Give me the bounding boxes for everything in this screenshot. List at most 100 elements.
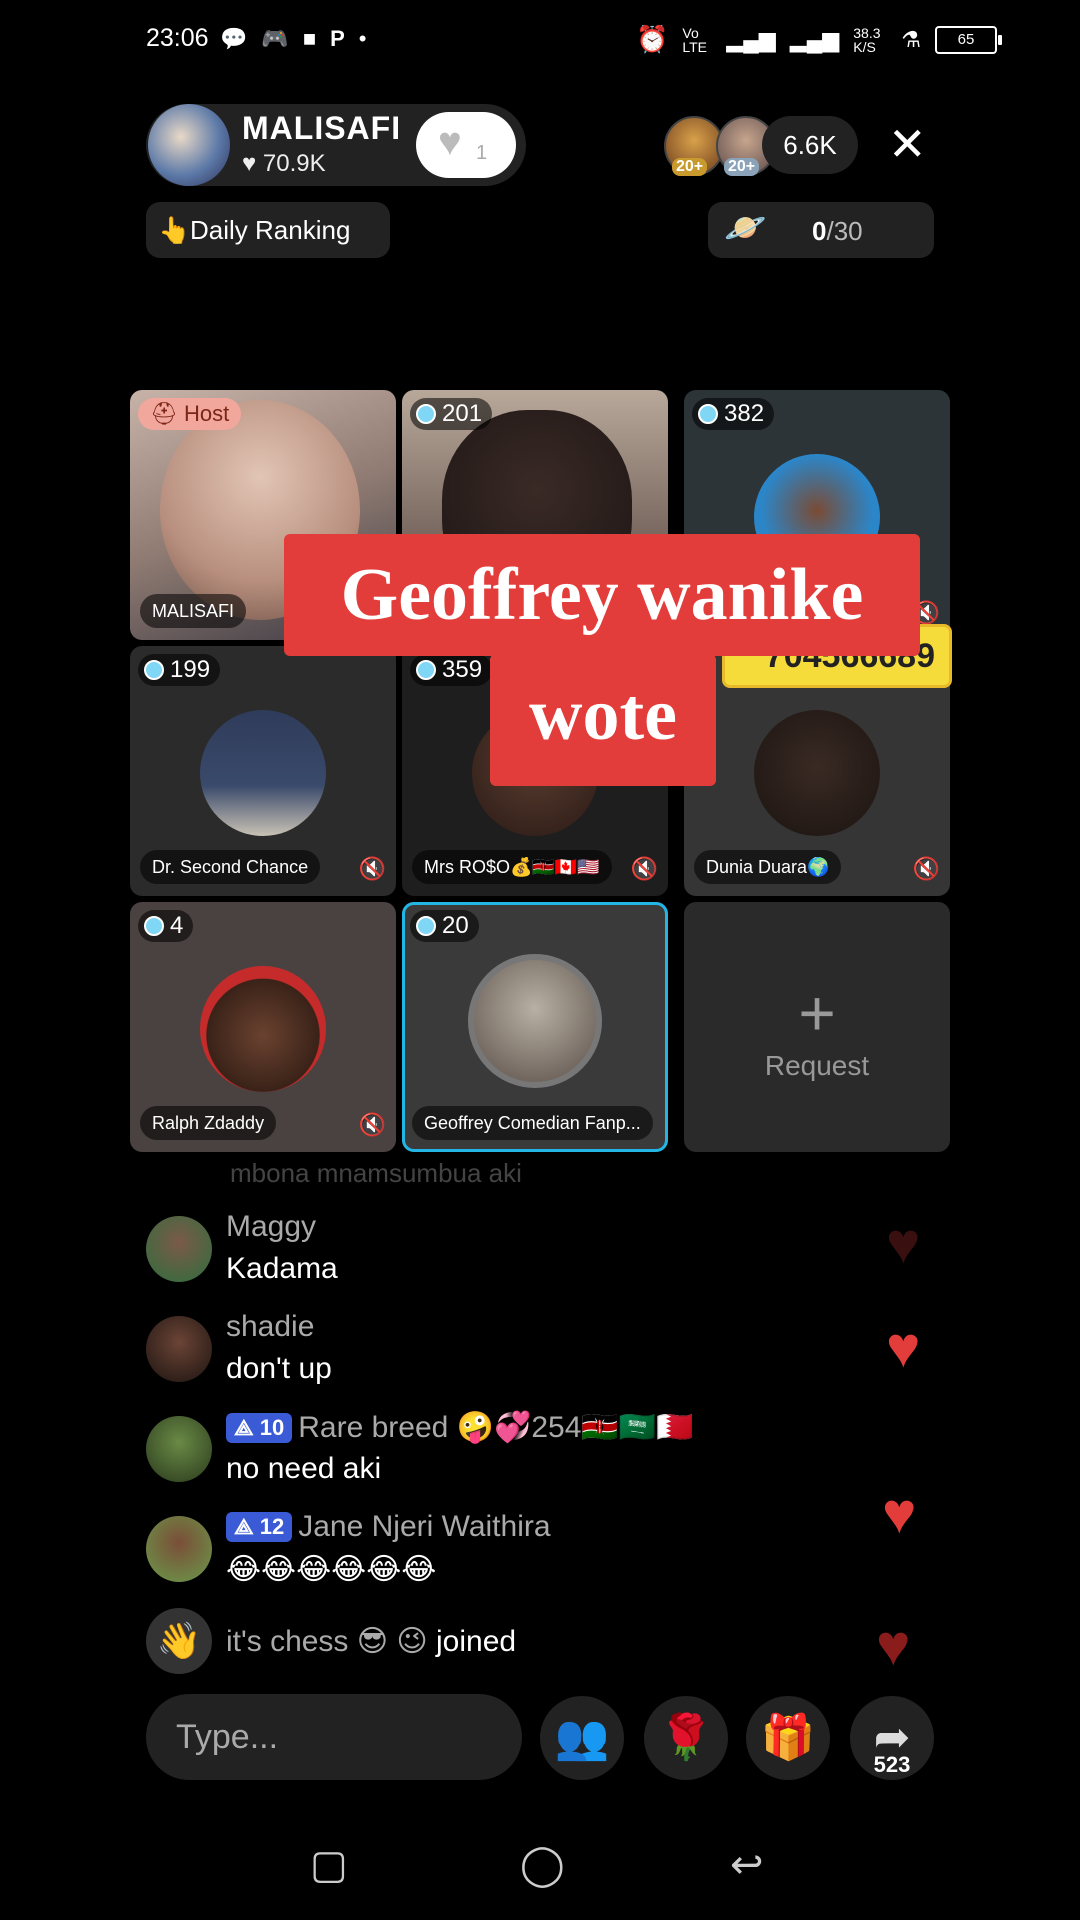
data-speed: 38.3 K/S bbox=[853, 24, 881, 55]
score-value: 199 bbox=[170, 656, 211, 683]
goal-current: 0 bbox=[812, 216, 827, 246]
seat-tile[interactable]: 4 Ralph Zdaddy 🔇 bbox=[130, 902, 396, 1152]
score-value: 382 bbox=[724, 400, 765, 427]
goal-progress: 0/30 bbox=[812, 216, 863, 247]
share-count: 523 bbox=[873, 1752, 911, 1777]
caption-line-2: wote bbox=[490, 654, 716, 786]
host-avatar[interactable] bbox=[148, 104, 230, 186]
plus-icon: + bbox=[798, 977, 836, 1049]
score-badge: 20 bbox=[410, 910, 479, 942]
flask-icon: ⚗ bbox=[901, 26, 921, 52]
chat-text: Kadama bbox=[226, 1252, 338, 1285]
request-label: Request bbox=[764, 1050, 870, 1081]
goal-total: /30 bbox=[826, 216, 863, 246]
score-value: 359 bbox=[442, 656, 483, 683]
users-icon: 👥 bbox=[554, 1713, 610, 1762]
video-icon: ■ bbox=[302, 26, 317, 51]
caption-line-1: Geoffrey wanike bbox=[284, 534, 920, 656]
host-badge: ⛑ Host bbox=[138, 398, 242, 430]
avatar[interactable] bbox=[146, 1416, 212, 1482]
rose-gift-button[interactable]: 🌹 bbox=[644, 1696, 728, 1780]
gift-button[interactable]: 🎁 bbox=[746, 1696, 830, 1780]
avatar[interactable] bbox=[146, 1216, 212, 1282]
score-value: 20 bbox=[442, 912, 469, 939]
host-likes-value: 70.9K bbox=[262, 150, 326, 177]
planet-goal[interactable]: 🪐 0/30 bbox=[708, 202, 934, 258]
chat-text: 😂😂😂😂😂😂 bbox=[226, 1553, 437, 1586]
level-value: 10 bbox=[259, 1414, 285, 1440]
score-value: 4 bbox=[170, 912, 184, 939]
score-badge: 382 bbox=[692, 398, 775, 430]
mic-muted-icon: 🔇 bbox=[358, 856, 386, 881]
clock: 23:06 bbox=[146, 24, 209, 52]
request-seat-button[interactable]: + Request bbox=[684, 902, 950, 1152]
avatar[interactable] bbox=[146, 1516, 212, 1582]
mic-muted-icon: 🔇 bbox=[630, 856, 658, 881]
mic-muted-icon: 🔇 bbox=[912, 856, 940, 881]
gem-icon bbox=[416, 660, 436, 680]
status-bar: 23:06 💬 🎮 ■ P • ⏰ Vo LTE ▂▄▆ ▂▄▆ 38.3 K/… bbox=[0, 0, 1080, 84]
joined-action: joined bbox=[436, 1625, 517, 1658]
floating-heart-icon: ♥ bbox=[886, 1211, 921, 1276]
score-badge: 201 bbox=[410, 398, 493, 430]
user-level-badge: ⟁ 10 bbox=[226, 1412, 293, 1443]
recents-icon[interactable]: ▢ bbox=[310, 1842, 348, 1888]
avatar[interactable] bbox=[146, 1316, 212, 1382]
heart-icon: ♥ bbox=[242, 150, 257, 177]
chat-text: don't up bbox=[226, 1352, 332, 1385]
viewer-level-badge: 20+ bbox=[672, 158, 708, 176]
score-badge: 4 bbox=[138, 910, 194, 942]
rose-icon: 🌹 bbox=[658, 1713, 714, 1762]
seat-avatar bbox=[754, 710, 880, 836]
top-viewer-avatar[interactable]: 20+ bbox=[664, 116, 724, 176]
seat-name: Dunia Duara🌍 bbox=[694, 850, 842, 884]
chat-faded-message: mbona mnamsumbua aki bbox=[230, 1158, 522, 1188]
mic-muted-icon: 🔇 bbox=[358, 1112, 386, 1137]
score-value: 201 bbox=[442, 400, 483, 427]
users-button[interactable]: 👥 bbox=[540, 1696, 624, 1780]
seat-tile-selected[interactable]: 20 Geoffrey Comedian Fanp... bbox=[402, 902, 668, 1152]
home-icon[interactable]: ◯ bbox=[520, 1842, 565, 1888]
chat-username[interactable]: shadie bbox=[226, 1310, 314, 1344]
seat-tile[interactable]: 199 Dr. Second Chance 🔇 bbox=[130, 646, 396, 896]
gem-icon bbox=[698, 404, 718, 424]
seat-name: Ralph Zdaddy bbox=[140, 1106, 277, 1140]
level-value: 12 bbox=[259, 1514, 285, 1539]
seat-name: MALISAFI bbox=[140, 594, 247, 628]
system-icons: ⏰ Vo LTE ▂▄▆ ▂▄▆ 38.3 K/S ⚗ 65 bbox=[636, 24, 1002, 55]
score-badge: 199 bbox=[138, 654, 221, 686]
daily-ranking-label: Daily Ranking bbox=[190, 215, 351, 245]
like-button[interactable]: ♥ 1 bbox=[416, 112, 516, 178]
chat-username[interactable]: Maggy bbox=[226, 1210, 316, 1244]
seat-avatar bbox=[200, 710, 326, 836]
floating-heart-icon: ♥ bbox=[886, 1315, 921, 1380]
host-name: MALISAFI bbox=[242, 110, 402, 146]
host-badge-label: Host bbox=[184, 401, 230, 426]
seat-avatar bbox=[200, 966, 326, 1092]
score-badge: 359 bbox=[410, 654, 493, 686]
close-icon[interactable]: ✕ bbox=[888, 118, 927, 170]
chat-username: Rare breed 🤪💞254🇰🇪🇸🇦🇧🇭 bbox=[298, 1411, 694, 1444]
comment-input[interactable]: Type... bbox=[146, 1694, 522, 1780]
gem-icon bbox=[416, 404, 436, 424]
finger-icon: 👆 bbox=[158, 215, 191, 245]
chat-username-row[interactable]: ⟁ 12 Jane Njeri Waithira bbox=[226, 1510, 551, 1544]
planet-icon: 🪐 bbox=[724, 209, 767, 247]
floating-heart-icon: ♥ bbox=[876, 1613, 911, 1678]
wave-icon: 👋 bbox=[146, 1608, 212, 1674]
viewer-count[interactable]: 6.6K bbox=[762, 116, 858, 174]
dot-icon: • bbox=[358, 26, 367, 51]
chat-username-row[interactable]: ⟁ 10 Rare breed 🤪💞254🇰🇪🇸🇦🇧🇭 bbox=[226, 1410, 693, 1445]
share-button[interactable]: ➦ 523 bbox=[850, 1696, 934, 1780]
heart-outline-icon: ♥ bbox=[438, 120, 462, 164]
viewer-level-badge: 20+ bbox=[724, 158, 760, 176]
gem-icon bbox=[416, 916, 436, 936]
notification-icons: 💬 🎮 ■ P • bbox=[220, 26, 367, 52]
back-icon[interactable]: ↩ bbox=[730, 1842, 764, 1888]
daily-ranking-button[interactable]: 👆 Daily Ranking bbox=[146, 202, 390, 258]
seat-name: Dr. Second Chance bbox=[140, 850, 321, 884]
chat-text: no need aki bbox=[226, 1452, 382, 1485]
gift-icon: 🎁 bbox=[760, 1713, 816, 1762]
seat-avatar bbox=[468, 954, 602, 1088]
chat-username: Jane Njeri Waithira bbox=[298, 1510, 551, 1543]
